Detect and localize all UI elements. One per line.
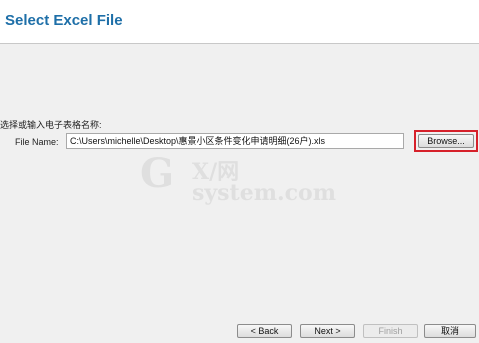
file-prompt-label: 选择或输入电子表格名称:: [0, 120, 102, 130]
next-button[interactable]: Next >: [300, 324, 355, 338]
page-title: Select Excel File: [5, 12, 123, 29]
file-name-input[interactable]: C:\Users\michelle\Desktop\惠景小区条件变化申请明细(2…: [66, 133, 404, 149]
wizard-header: Select Excel File: [0, 0, 479, 44]
finish-button[interactable]: Finish: [363, 324, 418, 338]
browse-button[interactable]: Browse...: [418, 134, 474, 148]
watermark-subtext: system.com: [192, 180, 336, 206]
back-button[interactable]: < Back: [237, 324, 292, 338]
file-name-label: File Name:: [15, 137, 59, 147]
cancel-button[interactable]: 取消: [424, 324, 476, 338]
watermark-text: X/网: [192, 159, 240, 185]
watermark: G X/网 system.com: [140, 150, 340, 220]
browse-highlight: Browse...: [414, 130, 478, 152]
watermark-logo: G: [140, 150, 175, 197]
